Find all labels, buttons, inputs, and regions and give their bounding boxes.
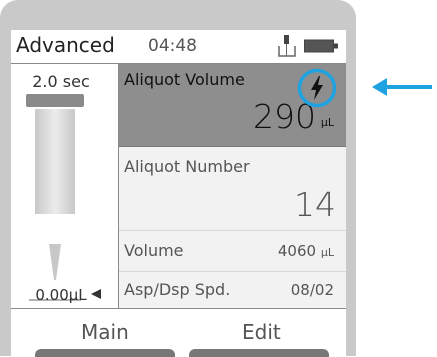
arrow-left-icon [372, 78, 432, 96]
param-label: Aliquot Volume [124, 70, 245, 89]
param-value: 4060 µL [277, 242, 334, 260]
param-value: 08/02 [290, 281, 334, 299]
lightning-bolt-icon[interactable] [297, 68, 337, 108]
aspiration-panel: 2.0 sec 0.00µL [11, 64, 119, 308]
softkey-bar: Main Edit [11, 308, 346, 357]
softkey-edit-label: Edit [242, 320, 281, 344]
clock: 04:48 [148, 36, 197, 56]
timer-readout: 2.0 sec [32, 72, 90, 91]
volume-readout: 0.00µL [35, 286, 87, 304]
param-label: Aliquot Number [124, 157, 250, 176]
battery-icon [304, 39, 338, 53]
pipette-tip-icon [26, 94, 101, 301]
param-unit: µL [320, 116, 334, 129]
device-screen: Advanced 04:48 2.0 sec 0.00µL Aliquot Vo… [11, 30, 346, 357]
param-label: Asp/Dsp Spd. [124, 280, 231, 299]
softkey-main-label: Main [81, 320, 129, 344]
param-label: Volume [124, 241, 184, 260]
param-row-aliquot-number[interactable]: Aliquot Number 14 [119, 147, 346, 231]
parameter-list: Aliquot Volume 290 µL Aliquot Number 14 … [119, 64, 346, 309]
param-row-volume[interactable]: Volume 4060 µL [119, 231, 346, 272]
usb-icon [278, 35, 296, 57]
status-bar: Advanced 04:48 [11, 30, 346, 64]
param-row-asp-dsp-speed[interactable]: Asp/Dsp Spd. 08/02 [119, 272, 346, 309]
param-value: 14 [294, 185, 336, 224]
pipette-device: Advanced 04:48 2.0 sec 0.00µL Aliquot Vo… [0, 0, 356, 357]
mode-label: Advanced [16, 33, 115, 57]
